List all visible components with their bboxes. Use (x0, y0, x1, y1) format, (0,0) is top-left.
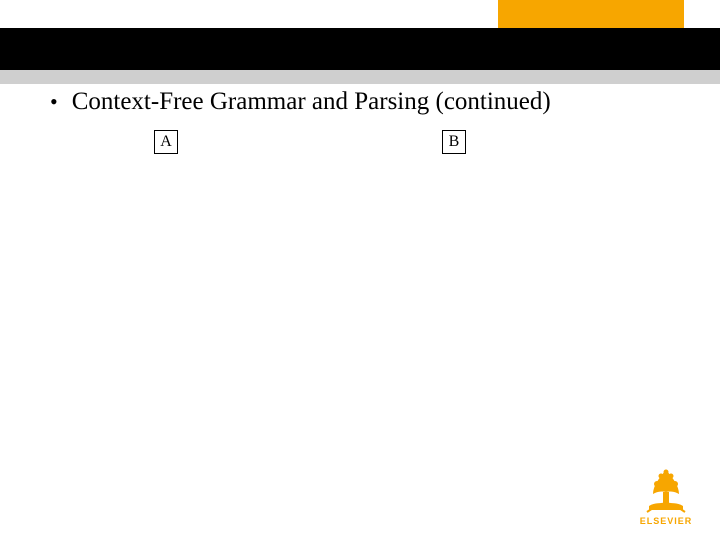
elsevier-tree-icon (641, 464, 691, 514)
publisher-logo: ELSEVIER (632, 464, 700, 526)
title-bar-underline (0, 70, 720, 84)
accent-bar (498, 0, 684, 28)
figure-label-b: B (442, 130, 466, 154)
bullet-text: Context-Free Grammar and Parsing (contin… (72, 88, 551, 116)
bullet-item: • Context-Free Grammar and Parsing (cont… (50, 88, 690, 116)
figure-label-a: A (154, 130, 178, 154)
publisher-name: ELSEVIER (640, 516, 693, 526)
slide: An Overview of Compilation • Context-Fre… (0, 0, 720, 540)
slide-title: An Overview of Compilation (36, 34, 364, 62)
bullet-icon: • (50, 91, 58, 113)
